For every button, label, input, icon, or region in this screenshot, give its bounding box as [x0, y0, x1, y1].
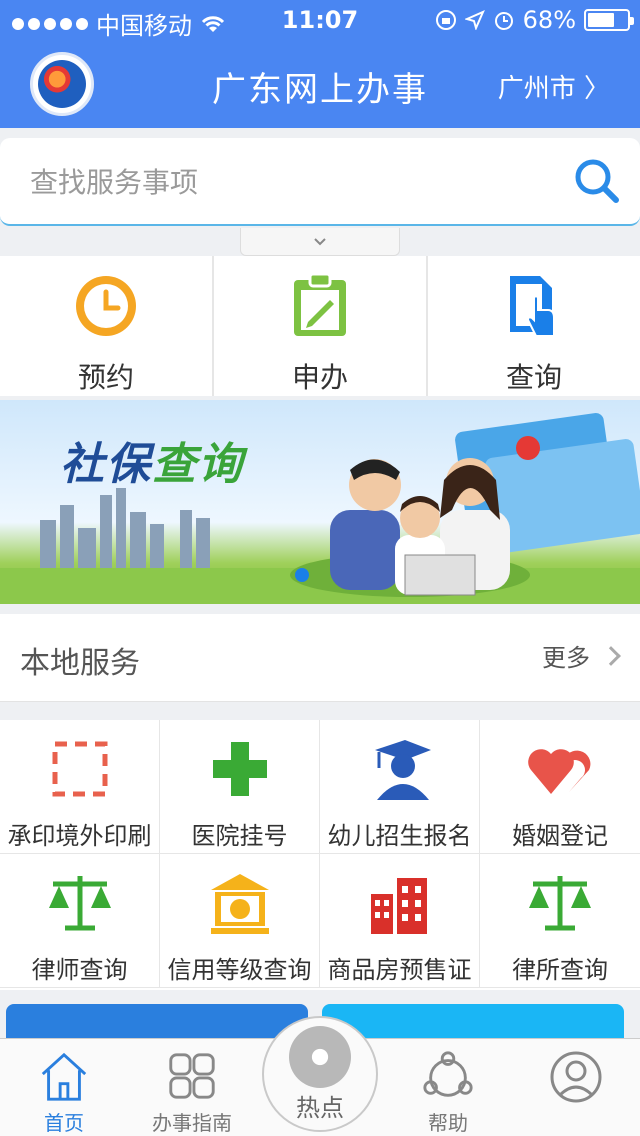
hot-icon: [289, 1025, 351, 1088]
tab-help[interactable]: 帮助: [384, 1039, 512, 1136]
banner-title-part1: 社保: [60, 439, 152, 490]
tab-label: 帮助: [428, 1111, 468, 1135]
services-grid: 承印境外印刷 医院挂号 幼儿招生报名 婚姻登记 律师查询 信用等级查询 商品房预…: [0, 720, 640, 990]
more-label: 更多: [542, 644, 590, 672]
tab-hot[interactable]: 热点: [262, 1016, 378, 1132]
bank-building-icon: [210, 874, 269, 934]
banner-title-part2: 查询: [152, 439, 244, 490]
promo-banner[interactable]: 社保查询: [0, 400, 640, 604]
clock-refresh-icon: [76, 276, 136, 336]
quick-action-apply[interactable]: 申办: [214, 256, 428, 396]
medical-cross-icon: [212, 742, 267, 796]
service-item[interactable]: 婚姻登记: [480, 720, 640, 854]
top-bar: 中国移动 11:07 68% 广东网上办事 广州市 〉: [0, 0, 640, 128]
clipboard-edit-icon: [294, 272, 346, 336]
tab-guide[interactable]: 办事指南: [128, 1039, 256, 1136]
tab-label: 办事指南: [152, 1111, 232, 1135]
graduate-icon: [374, 740, 431, 800]
tab-home[interactable]: 首页: [0, 1039, 128, 1136]
tab-label: 热点: [296, 1093, 344, 1122]
service-item[interactable]: 律师查询: [0, 854, 160, 988]
quick-action-label: 预约: [77, 361, 134, 394]
section-title: 本地服务: [20, 646, 140, 681]
search-bar: [0, 138, 640, 226]
hearts-icon: [528, 749, 591, 794]
service-item[interactable]: 信用等级查询: [160, 854, 320, 988]
service-label: 信用等级查询: [167, 956, 312, 984]
tab-label: 首页: [44, 1111, 84, 1135]
chevron-right-icon: [601, 645, 621, 666]
service-label: 医院挂号: [191, 822, 288, 850]
quick-action-appointment[interactable]: 预约: [0, 256, 214, 396]
scales-icon: [529, 876, 591, 931]
battery-icon: [584, 9, 634, 31]
alarm-icon: [494, 12, 513, 30]
service-item[interactable]: 律所查询: [480, 854, 640, 988]
service-item[interactable]: 承印境外印刷: [0, 720, 160, 854]
network-icon: [423, 1051, 473, 1097]
city-selector[interactable]: 广州市 〉: [498, 68, 610, 105]
carousel-indicator[interactable]: [295, 568, 309, 582]
tab-profile[interactable]: [512, 1039, 640, 1136]
status-bar: 中国移动 11:07 68%: [0, 0, 640, 40]
status-right: 68%: [435, 6, 634, 34]
quick-action-label: 申办: [291, 361, 348, 394]
service-item[interactable]: 商品房预售证: [320, 854, 480, 988]
grid-icon: [169, 1053, 215, 1099]
banner-title: 社保查询: [60, 428, 244, 492]
expand-toggle[interactable]: [240, 228, 400, 256]
dashed-frame-icon: [52, 741, 107, 797]
service-label: 律师查询: [31, 956, 128, 984]
rotation-lock-icon: [435, 10, 456, 30]
tap-document-icon: [510, 276, 555, 337]
chevron-down-icon: [314, 237, 326, 245]
service-item[interactable]: 幼儿招生报名: [320, 720, 480, 854]
scales-icon: [48, 876, 111, 931]
service-item[interactable]: 医院挂号: [160, 720, 320, 854]
service-label: 律所查询: [512, 956, 608, 984]
search-input[interactable]: [30, 158, 550, 206]
battery-percent: 68%: [522, 6, 576, 34]
home-icon: [41, 1052, 87, 1101]
quick-action-query[interactable]: 查询: [428, 256, 640, 396]
service-label: 商品房预售证: [327, 956, 472, 984]
quick-actions: 预约 申办 查询: [0, 256, 640, 396]
user-icon: [550, 1051, 602, 1103]
local-services-header: 本地服务 更多: [0, 614, 640, 702]
more-link[interactable]: 更多: [542, 638, 621, 673]
buildings-icon: [370, 878, 427, 934]
service-label: 幼儿招生报名: [327, 822, 472, 850]
quick-action-label: 查询: [505, 361, 562, 394]
search-icon[interactable]: [572, 156, 622, 206]
battery-fill: [588, 13, 614, 27]
service-label: 婚姻登记: [512, 822, 608, 850]
location-icon: [464, 10, 485, 30]
service-label: 承印境外印刷: [7, 822, 152, 850]
